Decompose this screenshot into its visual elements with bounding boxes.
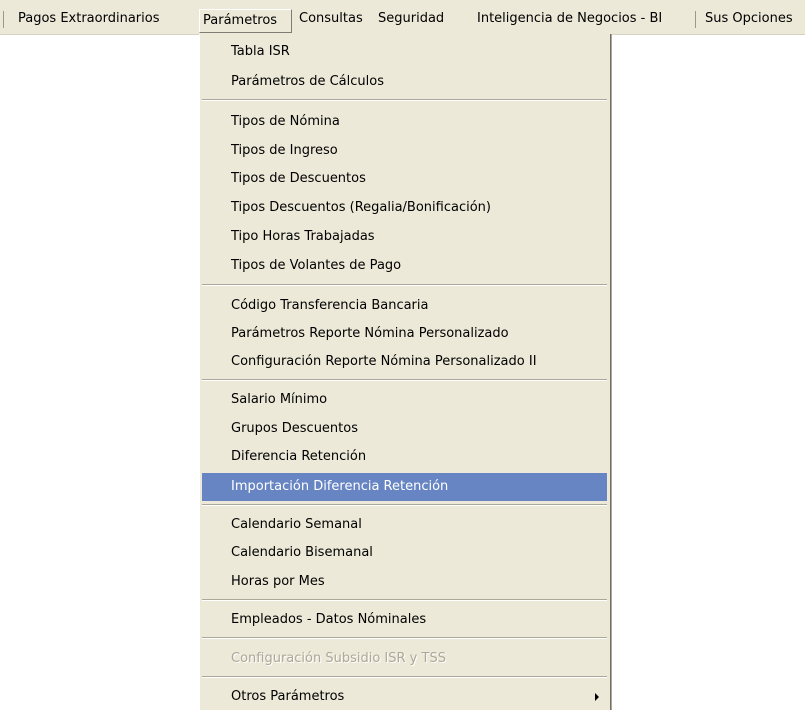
menu-item-tipos-de-ingreso[interactable]: Tipos de Ingreso xyxy=(202,138,607,164)
menu-item-label: Otros Parámetros xyxy=(231,689,345,704)
menu-item-tipos-de-volantes-de-pago[interactable]: Tipos de Volantes de Pago xyxy=(202,253,607,279)
menu-item-tipo-horas-trabajadas[interactable]: Tipo Horas Trabajadas xyxy=(202,224,607,250)
menu-item-configuracion-subsidio-isr-tss: Configuración Subsidio ISR y TSS xyxy=(231,651,446,666)
menu-item-codigo-transferencia-bancaria[interactable]: Código Transferencia Bancaria xyxy=(202,293,607,319)
menu-bar-grip xyxy=(3,11,4,28)
menu-separator xyxy=(202,637,607,639)
menu-bar: Pagos Extraordinarios Parámetros Consult… xyxy=(0,0,805,35)
menu-separator xyxy=(202,504,607,506)
menu-bar-separator xyxy=(695,11,696,28)
menu-item-tipos-descuentos-regalia[interactable]: Tipos Descuentos (Regalia/Bonificación) xyxy=(202,195,607,221)
menu-separator xyxy=(202,99,607,101)
menu-item-grupos-descuentos[interactable]: Grupos Descuentos xyxy=(202,416,607,442)
menu-item-parametros-de-calculos[interactable]: Parámetros de Cálculos xyxy=(202,69,607,95)
menu-item-otros-parametros[interactable]: Otros Parámetros xyxy=(202,684,607,710)
menu-separator xyxy=(202,379,607,381)
menu-item-salario-minimo[interactable]: Salario Mínimo xyxy=(202,387,607,413)
menu-separator xyxy=(202,599,607,601)
menu-item-calendario-semanal[interactable]: Calendario Semanal xyxy=(202,512,607,538)
triangle-right-icon xyxy=(595,693,599,701)
menu-item-configuracion-reporte-nomina-ii[interactable]: Configuración Reporte Nómina Personaliza… xyxy=(202,349,607,375)
menu-seguridad[interactable]: Seguridad xyxy=(375,8,447,30)
menu-item-diferencia-retencion[interactable]: Diferencia Retención xyxy=(202,444,607,470)
menu-parametros[interactable]: Parámetros xyxy=(199,9,292,33)
menu-item-tipos-de-descuentos[interactable]: Tipos de Descuentos xyxy=(202,166,607,192)
menu-inteligencia-de-negocios[interactable]: Inteligencia de Negocios - BI xyxy=(474,8,665,30)
menu-item-horas-por-mes[interactable]: Horas por Mes xyxy=(202,569,607,595)
parametros-dropdown-menu: Tabla ISR Parámetros de Cálculos Tipos d… xyxy=(199,34,611,710)
menu-pagos-extraordinarios[interactable]: Pagos Extraordinarios xyxy=(15,8,162,30)
menu-item-importacion-diferencia-retencion[interactable]: Importación Diferencia Retención xyxy=(202,473,607,501)
menu-item-calendario-bisemanal[interactable]: Calendario Bisemanal xyxy=(202,540,607,566)
menu-item-parametros-reporte-nomina[interactable]: Parámetros Reporte Nómina Personalizado xyxy=(202,321,607,347)
menu-sus-opciones[interactable]: Sus Opciones xyxy=(702,8,796,30)
menu-item-empleados-datos-nominales[interactable]: Empleados - Datos Nóminales xyxy=(202,607,607,633)
menu-consultas[interactable]: Consultas xyxy=(296,8,366,30)
menu-item-tabla-isr[interactable]: Tabla ISR xyxy=(202,39,607,65)
menu-item-tipos-de-nomina[interactable]: Tipos de Nómina xyxy=(202,109,607,135)
menu-separator xyxy=(202,676,607,678)
menu-separator xyxy=(202,284,607,286)
